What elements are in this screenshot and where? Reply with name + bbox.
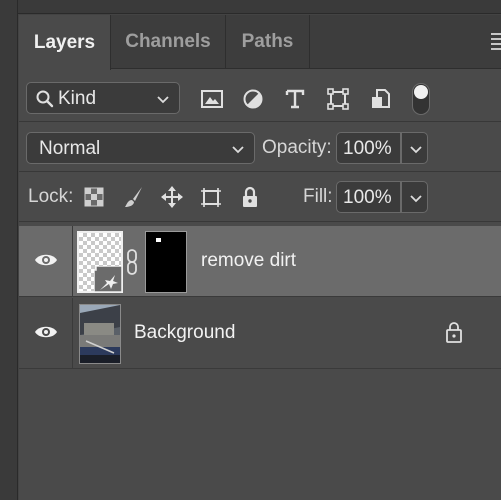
layer-thumbnail[interactable] (77, 231, 123, 293)
divider (19, 121, 501, 122)
lock-image-pixels-icon[interactable] (122, 185, 146, 209)
search-icon (36, 90, 54, 108)
panel-tab-bar: Layers Channels Paths (19, 15, 501, 70)
opacity-value: 100% (343, 138, 392, 159)
divider (19, 171, 501, 172)
chevron-down-icon (232, 146, 244, 154)
divider (19, 221, 501, 222)
tab-paths[interactable]: Paths (226, 15, 310, 69)
top-panel-edge (18, 0, 501, 14)
layer-row-remove-dirt[interactable]: remove dirt (19, 226, 501, 297)
fill-field[interactable]: 100% (336, 181, 401, 213)
layer-row-background[interactable]: Background (19, 298, 501, 369)
layer-thumbnail[interactable] (79, 304, 121, 364)
kind-filter-label: Kind (58, 88, 97, 109)
tab-layers[interactable]: Layers (19, 15, 111, 70)
fill-label: Fill: (303, 186, 333, 207)
lock-label: Lock: (28, 186, 74, 207)
lock-transparent-pixels-icon[interactable] (82, 185, 106, 209)
eye-icon[interactable] (34, 324, 58, 340)
layer-lock-icon[interactable] (444, 321, 464, 343)
blend-mode-value: Normal (39, 138, 101, 159)
lock-artboard-icon[interactable] (199, 185, 223, 209)
left-panel-edge (0, 0, 18, 500)
opacity-dropdown-button[interactable] (401, 132, 428, 164)
layer-name[interactable]: remove dirt (201, 250, 296, 272)
visibility-column (19, 226, 73, 296)
mask-mark (156, 238, 161, 242)
adjustment-filter-icon[interactable] (240, 86, 266, 112)
blend-mode-dropdown[interactable]: Normal (26, 132, 255, 164)
photo-thumbnail-image (80, 305, 120, 363)
visibility-column (19, 298, 73, 368)
smart-object-badge-icon (94, 266, 122, 292)
chevron-down-icon (410, 146, 422, 154)
opacity-label: Opacity: (262, 137, 332, 158)
chevron-down-icon (157, 96, 169, 104)
panel-menu-icon[interactable] (491, 33, 501, 51)
opacity-field[interactable]: 100% (336, 132, 401, 164)
link-chain-icon[interactable] (126, 248, 138, 276)
toggle-knob (414, 85, 428, 99)
layers-panel: Layers Channels Paths Kind Normal Opacit… (19, 15, 501, 500)
shape-filter-icon[interactable] (325, 86, 351, 112)
lock-position-icon[interactable] (160, 185, 184, 209)
lock-all-icon[interactable] (238, 185, 262, 209)
filter-toggle-switch[interactable] (412, 83, 430, 115)
smart-object-filter-icon[interactable] (368, 86, 394, 112)
chevron-down-icon (410, 195, 422, 203)
image-filter-icon[interactable] (199, 86, 225, 112)
eye-icon[interactable] (34, 252, 58, 268)
fill-value: 100% (343, 187, 392, 208)
layer-name[interactable]: Background (134, 322, 235, 344)
fill-dropdown-button[interactable] (401, 181, 428, 213)
layer-mask-thumbnail[interactable] (145, 231, 187, 293)
type-filter-icon[interactable] (282, 86, 308, 112)
kind-filter-dropdown[interactable]: Kind (26, 82, 180, 114)
tab-channels[interactable]: Channels (111, 15, 226, 69)
